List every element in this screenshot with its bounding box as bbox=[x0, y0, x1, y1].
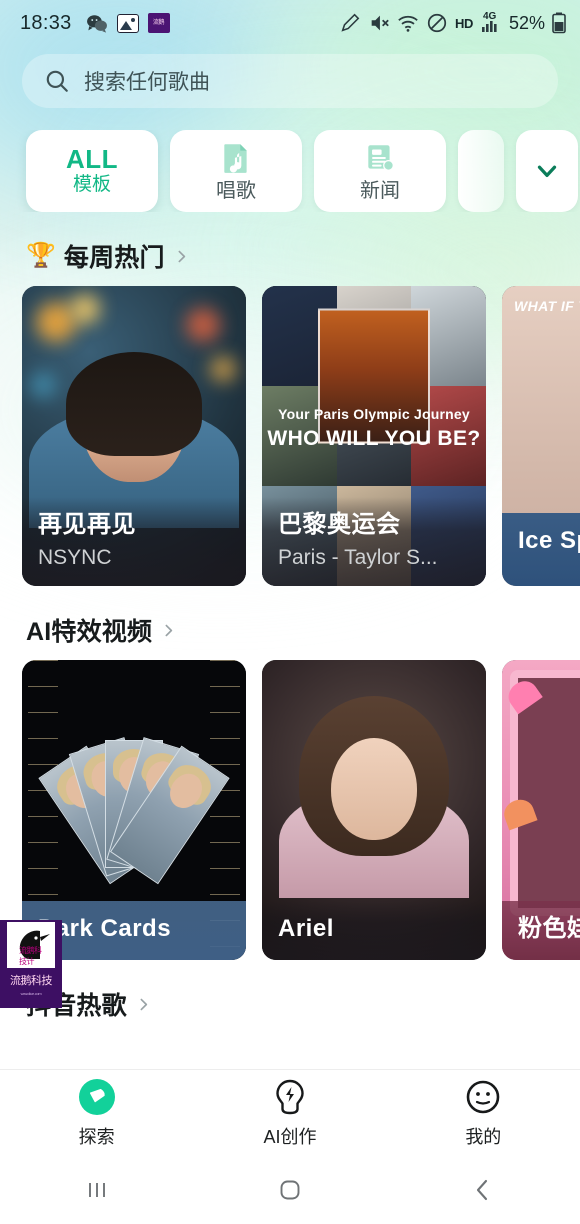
card-title: 粉色娃娃 bbox=[518, 915, 580, 943]
lightbulb-bolt-icon bbox=[270, 1077, 310, 1117]
compass-icon bbox=[77, 1077, 117, 1117]
nav-label-ai-create: AI创作 bbox=[263, 1126, 317, 1147]
back-icon bbox=[477, 1179, 488, 1200]
overlay-frame bbox=[318, 308, 430, 444]
card-title: Ice Spi bbox=[518, 527, 580, 555]
document-icon bbox=[368, 144, 394, 171]
nav-label-explore: 探索 bbox=[78, 1126, 115, 1147]
card-title: Ariel bbox=[278, 915, 334, 943]
home-button[interactable] bbox=[193, 1175, 386, 1205]
tab-all-templates[interactable]: ALL 模板 bbox=[26, 130, 158, 212]
signal-bars-icon: 4G bbox=[480, 11, 500, 33]
card-fan-shape bbox=[22, 737, 246, 885]
chevron-right-icon bbox=[165, 624, 173, 636]
mute-icon bbox=[371, 15, 389, 31]
chevron-down-icon bbox=[537, 165, 557, 177]
card-caption: 粉色娃娃 bbox=[502, 901, 580, 960]
network-type-label: 4G bbox=[482, 11, 497, 22]
nav-item-explore[interactable]: 探索 bbox=[0, 1077, 193, 1149]
search-input[interactable]: 搜索任何歌曲 bbox=[84, 66, 210, 96]
battery-icon bbox=[552, 12, 566, 34]
template-card[interactable]: Dark Cards bbox=[22, 660, 246, 960]
status-notification-icons: 流鹅 bbox=[86, 13, 170, 33]
section-title: 每周热门 bbox=[63, 244, 165, 272]
category-tabs: ALL 模板 唱歌 新闻 bbox=[0, 130, 580, 212]
purple-app-icon: 流鹅 bbox=[147, 13, 170, 33]
section-douyin-hot: 抖音热歌 bbox=[0, 960, 580, 1034]
section-header-weekly-hot[interactable]: 🏆 每周热门 bbox=[0, 212, 580, 286]
smiley-face-icon bbox=[463, 1077, 503, 1117]
search-bar[interactable]: 搜索任何歌曲 bbox=[22, 54, 558, 108]
template-card[interactable]: 粉色娃娃 bbox=[502, 660, 580, 960]
hair-shape bbox=[66, 352, 202, 456]
gallery-icon bbox=[116, 13, 139, 33]
template-card[interactable]: 再见再见 NSYNC bbox=[22, 286, 246, 586]
crow-logo-icon: 流鹅科技计 bbox=[7, 922, 55, 968]
card-caption: Ice Spi bbox=[502, 513, 580, 586]
music-note-icon bbox=[224, 143, 247, 173]
card-overlay-line2: WHO WILL YOU BE? bbox=[267, 427, 481, 450]
wechat-icon bbox=[86, 14, 107, 33]
section-weekly-hot: 🏆 每周热门 再见再见 NSYNC Your Paris Olympic Jou… bbox=[0, 212, 580, 586]
phone-screen: 18:33 流鹅 HD 4G 52% 搜索任何歌曲 ALL 模板 唱歌 新闻 🏆… bbox=[0, 0, 580, 1224]
search-container: 搜索任何歌曲 bbox=[0, 46, 580, 108]
tab-sing[interactable]: 唱歌 bbox=[170, 130, 302, 212]
tab-news-label: 新闻 bbox=[360, 179, 400, 202]
hd-badge: HD bbox=[454, 15, 473, 31]
card-row-ai-effects: Dark Cards Ariel 粉色娃 bbox=[0, 660, 580, 960]
card-overlay-line1: WHAT IF YOU bbox=[514, 298, 580, 314]
home-icon bbox=[280, 1180, 300, 1199]
card-title: 巴黎奥运会 bbox=[278, 511, 401, 539]
wifi-icon bbox=[398, 15, 418, 32]
template-card[interactable]: Your Paris Olympic Journey WHO WILL YOU … bbox=[262, 286, 486, 586]
section-header-douyin-hot[interactable]: 抖音热歌 bbox=[0, 960, 580, 1034]
android-navigation-bar bbox=[0, 1155, 580, 1224]
search-icon bbox=[46, 70, 68, 92]
chevron-right-icon bbox=[140, 998, 147, 1010]
do-not-disturb-icon bbox=[427, 13, 447, 33]
tab-sing-label: 唱歌 bbox=[216, 179, 256, 202]
section-ai-effects: AI特效视频 Dark Cards Ariel 粉色娃 bbox=[0, 586, 580, 960]
card-subtitle: Paris - Taylor S... bbox=[278, 545, 438, 569]
card-caption: Ariel bbox=[262, 901, 486, 960]
face-shape bbox=[331, 738, 417, 840]
section-header-ai-effects[interactable]: AI特效视频 bbox=[0, 586, 580, 660]
card-overlay-line1: Your Paris Olympic Journey bbox=[278, 406, 470, 422]
watermark-line1: 流鹅科技计 bbox=[19, 946, 42, 966]
card-caption: 再见再见 NSYNC bbox=[22, 497, 246, 586]
status-bar: 18:33 流鹅 HD 4G 52% bbox=[0, 0, 580, 46]
template-card[interactable]: WHAT IF YOU Ice Spi bbox=[502, 286, 580, 586]
card-subtitle: NSYNC bbox=[38, 545, 112, 569]
tab-partial-next[interactable] bbox=[458, 130, 504, 212]
section-title: AI特效视频 bbox=[26, 618, 153, 646]
tab-all-main-label: ALL bbox=[65, 143, 119, 174]
trophy-icon: 🏆 bbox=[26, 242, 56, 269]
tab-news[interactable]: 新闻 bbox=[314, 130, 446, 212]
recents-button[interactable] bbox=[0, 1177, 193, 1203]
card-title: Dark Cards bbox=[38, 915, 172, 943]
nav-item-ai-create[interactable]: AI创作 bbox=[193, 1077, 386, 1149]
watermark-overlay: 流鹅科技计 流鹅科技 www.liue.com bbox=[0, 920, 62, 1008]
pen-icon bbox=[341, 13, 360, 32]
status-system-icons: HD 4G 52% bbox=[339, 11, 566, 34]
chevron-right-icon bbox=[178, 250, 185, 262]
card-caption: 巴黎奥运会 Paris - Taylor S... bbox=[262, 497, 486, 586]
tab-all-sub-label: 模板 bbox=[72, 174, 111, 196]
card-title: 再见再见 bbox=[38, 511, 136, 539]
template-card[interactable]: Ariel bbox=[262, 660, 486, 960]
watermark-line3: www.liue.com bbox=[20, 991, 42, 996]
bottom-navigation: 探索 AI创作 我的 bbox=[0, 1069, 580, 1155]
card-row-weekly-hot: 再见再见 NSYNC Your Paris Olympic Journey WH… bbox=[0, 286, 580, 586]
nav-label-mine: 我的 bbox=[465, 1126, 502, 1147]
recents-icon bbox=[88, 1182, 105, 1197]
tabs-expand-button[interactable] bbox=[516, 130, 578, 212]
battery-percent: 52% bbox=[508, 12, 545, 33]
status-time: 18:33 bbox=[20, 11, 72, 34]
back-button[interactable] bbox=[387, 1176, 580, 1204]
nav-item-mine[interactable]: 我的 bbox=[387, 1077, 580, 1149]
watermark-line2: 流鹅科技 bbox=[10, 975, 53, 987]
